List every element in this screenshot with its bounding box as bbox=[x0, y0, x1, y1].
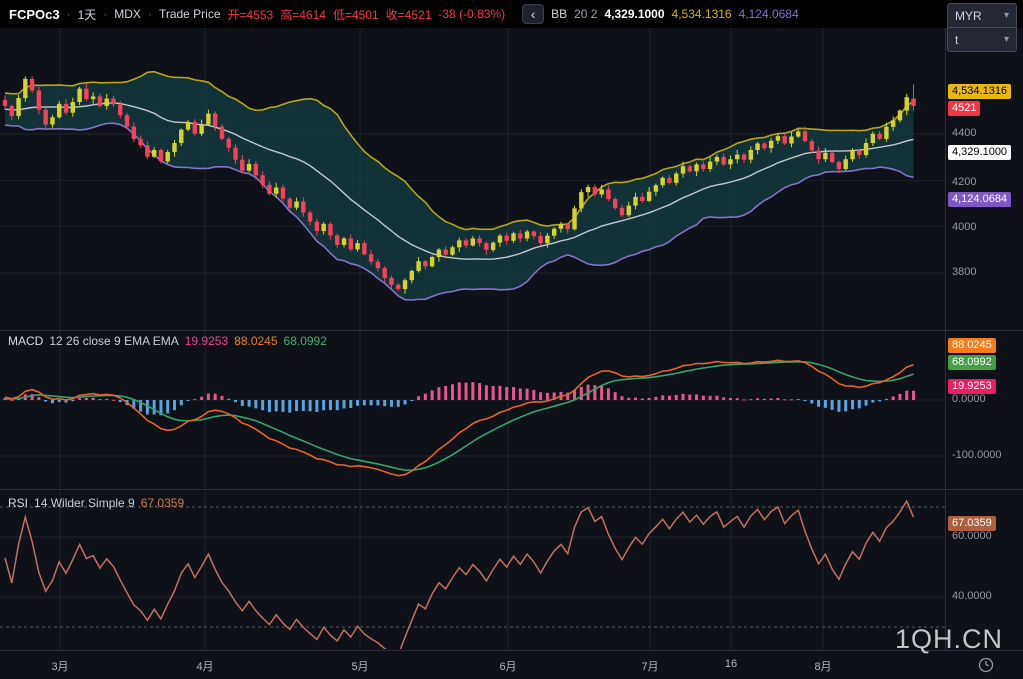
exchange-label[interactable]: MDX bbox=[114, 7, 141, 21]
change-value: -38 (-0.83%) bbox=[438, 7, 506, 21]
time-axis-label: 8月 bbox=[814, 661, 832, 673]
currency-selector[interactable]: MYR ▾ bbox=[948, 4, 1016, 27]
price-axis-label: 4000 bbox=[952, 221, 977, 233]
close-value: 收=4521 bbox=[385, 7, 432, 22]
pane-divider[interactable] bbox=[0, 489, 1023, 490]
unit-label: t bbox=[955, 32, 959, 47]
price-axis-label: 4200 bbox=[952, 176, 977, 188]
separator: · bbox=[66, 7, 71, 21]
bb-upper-value: 4,534.1316 bbox=[671, 7, 732, 21]
time-axis-label: 3月 bbox=[51, 661, 69, 673]
bb-lower-price-badge: 4,124.0684 bbox=[948, 192, 1012, 207]
bb-basis-value: 4,329.1000 bbox=[604, 7, 665, 21]
bb-upper-price-badge: 4,534.1316 bbox=[948, 84, 1012, 99]
unit-selector[interactable]: t ▾ bbox=[948, 28, 1016, 51]
bb-params: 20 2 bbox=[574, 7, 598, 21]
rsi-axis-label: 60.0000 bbox=[952, 530, 992, 542]
rsi-params: 14 Wilder Simple 9 bbox=[34, 496, 135, 510]
time-axis-label: 16 bbox=[724, 658, 738, 670]
time-axis-label: 4月 bbox=[196, 661, 214, 673]
time-axis-label: 7月 bbox=[641, 661, 659, 673]
low-value: 低=4501 bbox=[332, 7, 379, 22]
macd-axis-label: -100.0000 bbox=[952, 449, 1002, 461]
bb-lower-value: 4,124.0684 bbox=[738, 7, 799, 21]
separator: · bbox=[103, 7, 108, 21]
last-price-badge: 4521 bbox=[948, 101, 981, 116]
separator: · bbox=[147, 7, 152, 21]
macd-legend[interactable]: MACD 12 26 close 9 EMA EMA 19.9253 88.02… bbox=[8, 334, 327, 348]
chevron-left-icon: ‹ bbox=[530, 6, 536, 22]
back-button[interactable]: ‹ bbox=[522, 4, 545, 24]
high-value: 高=4614 bbox=[280, 7, 326, 22]
watermark: 1QH.CN bbox=[895, 624, 1004, 654]
chart-toolbar: FCPOc3 · 1天 · MDX · Trade Price 开=4553 高… bbox=[0, 0, 1023, 28]
price-axis-label: 4400 bbox=[952, 127, 977, 139]
time-axis-label: 5月 bbox=[351, 661, 369, 673]
symbol-name[interactable]: FCPOc3 bbox=[9, 7, 60, 22]
macd-signal-value: 68.0992 bbox=[283, 334, 327, 348]
macd-signal-badge: 68.0992 bbox=[948, 355, 996, 370]
clock-icon[interactable] bbox=[977, 656, 995, 674]
macd-axis-label: 0.0000 bbox=[952, 393, 986, 405]
rsi-value-badge: 67.0359 bbox=[948, 516, 996, 531]
macd-line-value: 88.0245 bbox=[234, 334, 278, 348]
currency-label: MYR bbox=[955, 8, 982, 23]
chevron-down-icon: ▾ bbox=[1003, 10, 1009, 21]
open-value: 开=4553 bbox=[227, 7, 274, 22]
price-scale[interactable]: 4,534.1316 4521 4400 4,329.1000 4200 4,1… bbox=[945, 0, 1023, 650]
bb-indicator-title[interactable]: BB bbox=[551, 7, 567, 21]
macd-line-badge: 88.0245 bbox=[948, 338, 996, 353]
pane-divider[interactable] bbox=[0, 330, 1023, 331]
macd-params: 12 26 close 9 EMA EMA bbox=[49, 334, 179, 348]
macd-hist-badge: 19.9253 bbox=[948, 379, 996, 394]
rsi-axis-label: 40.0000 bbox=[952, 590, 992, 602]
rsi-value: 67.0359 bbox=[140, 496, 185, 510]
bb-basis-price-badge: 4,329.1000 bbox=[948, 145, 1012, 160]
series-type-label[interactable]: Trade Price bbox=[159, 7, 221, 21]
interval-button[interactable]: 1天 bbox=[78, 6, 97, 23]
time-axis[interactable]: 3月 4月 5月 6月 7月 16 8月 bbox=[0, 650, 1023, 679]
chevron-down-icon: ▾ bbox=[1003, 34, 1009, 45]
price-scale-settings-panel: MYR ▾ t ▾ bbox=[947, 3, 1017, 52]
rsi-title: RSI bbox=[8, 496, 29, 510]
macd-hist-value: 19.9253 bbox=[184, 334, 229, 348]
price-axis-label: 3800 bbox=[952, 266, 977, 278]
rsi-legend[interactable]: RSI 14 Wilder Simple 9 67.0359 bbox=[8, 496, 184, 510]
time-axis-label: 6月 bbox=[499, 661, 517, 673]
trading-chart-app: FCPOc3 · 1天 · MDX · Trade Price 开=4553 高… bbox=[0, 0, 1023, 679]
macd-title: MACD bbox=[8, 334, 44, 348]
price-chart-canvas[interactable] bbox=[0, 0, 945, 650]
